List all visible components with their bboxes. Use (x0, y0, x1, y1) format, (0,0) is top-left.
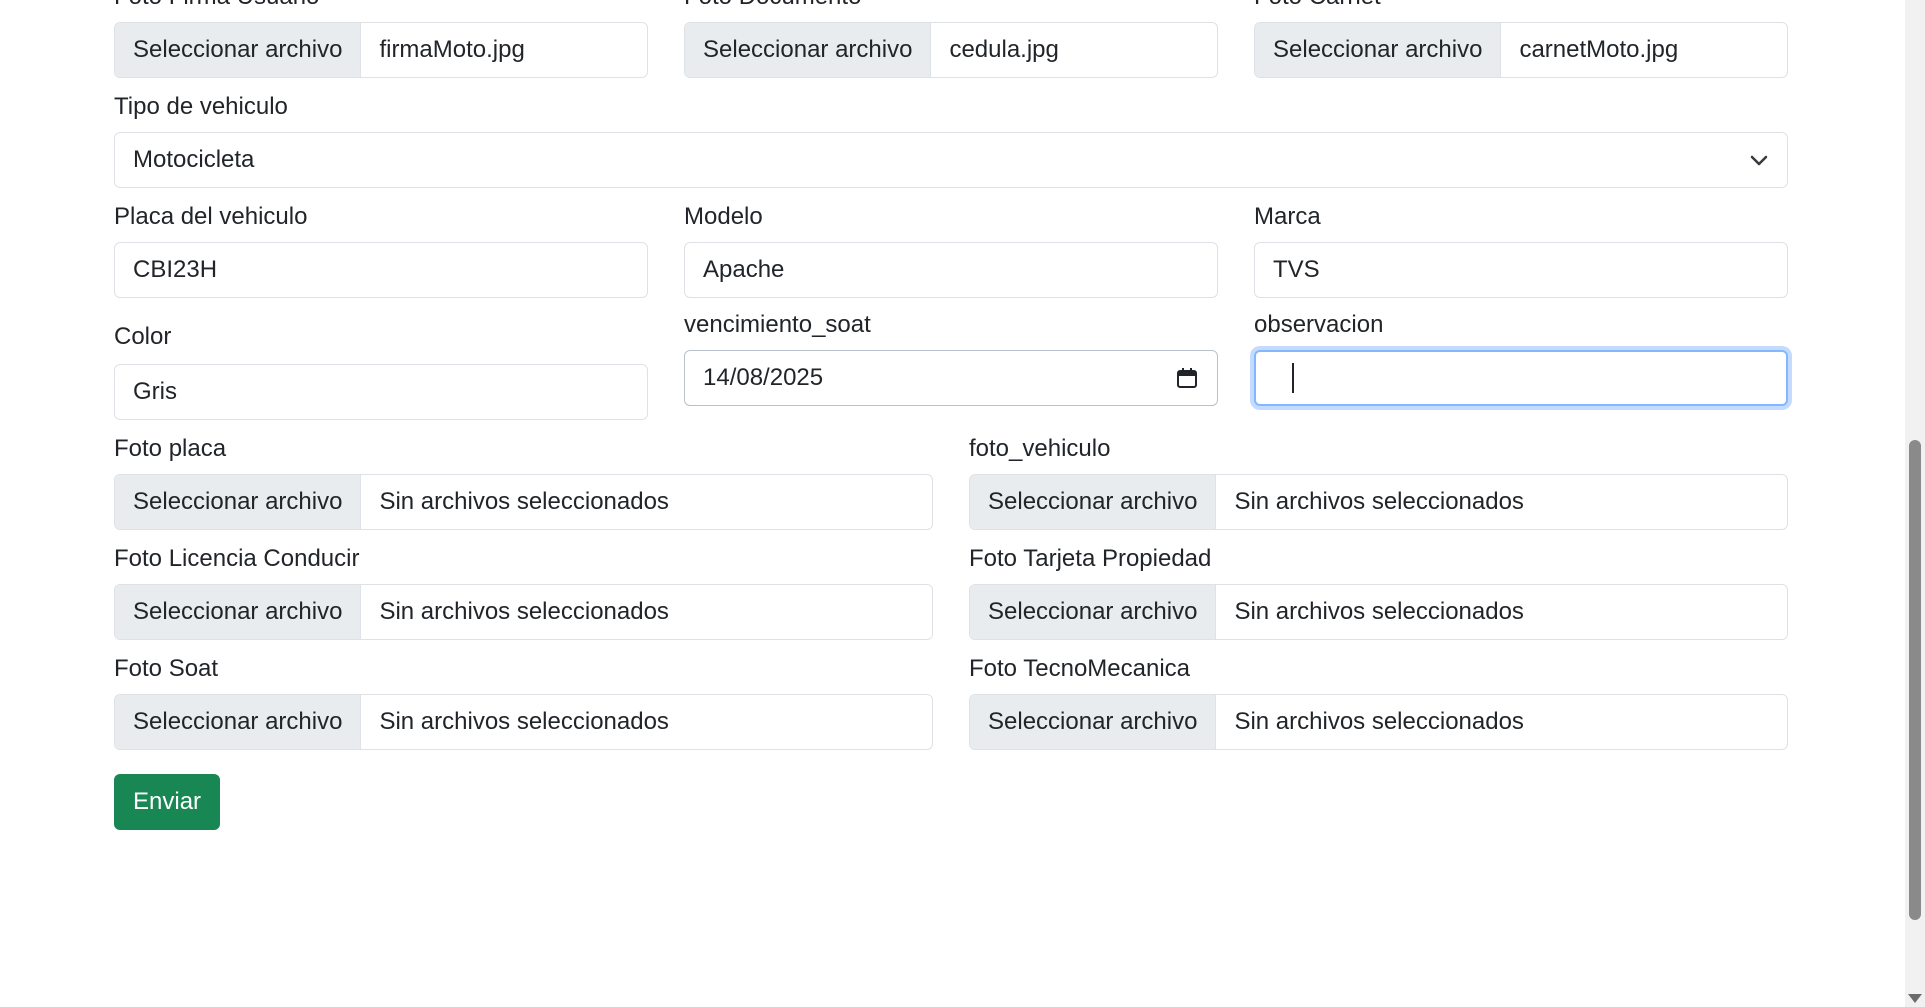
placa-group: Placa del vehiculo CBI23H (114, 202, 648, 298)
modelo-value: Apache (703, 256, 785, 283)
select-file-button[interactable]: Seleccionar archivo (970, 585, 1217, 639)
foto-vehiculo-label: foto_vehiculo (969, 435, 1111, 462)
marca-input[interactable]: TVS (1254, 242, 1788, 298)
tipo-vehiculo-value: Motocicleta (133, 146, 255, 173)
foto-documento-label: Foto Documento (684, 0, 1218, 12)
placa-label: Placa del vehiculo (114, 203, 308, 230)
select-file-button[interactable]: Seleccionar archivo (970, 475, 1217, 529)
select-file-button[interactable]: Seleccionar archivo (115, 585, 362, 639)
observacion-group: observacion (1254, 310, 1788, 420)
marca-label: Marca (1254, 203, 1321, 230)
selected-file-name: Sin archivos seleccionados (1234, 708, 1524, 735)
vencimiento-soat-label: vencimiento_soat (684, 311, 871, 338)
modelo-group: Modelo Apache (684, 202, 1218, 298)
vertical-scrollbar[interactable] (1905, 0, 1925, 1007)
selected-file-name: Sin archivos seleccionados (379, 598, 669, 625)
color-value: Gris (133, 378, 177, 405)
marca-group: Marca TVS (1254, 202, 1788, 298)
vehicle-form: Foto Firma Usuario Seleccionar archivo f… (114, 0, 1788, 830)
marca-value: TVS (1273, 256, 1320, 283)
foto-soat-group: Foto Soat Seleccionar archivo Sin archiv… (114, 654, 933, 750)
foto-firma-usuario-group: Foto Firma Usuario Seleccionar archivo f… (114, 0, 648, 78)
foto-licencia-group: Foto Licencia Conducir Seleccionar archi… (114, 544, 933, 640)
observacion-input[interactable] (1254, 350, 1788, 406)
foto-soat-input[interactable]: Seleccionar archivo Sin archivos selecci… (114, 694, 933, 750)
selected-file-name: cedula.jpg (949, 36, 1059, 63)
placa-value: CBI23H (133, 256, 218, 283)
foto-carnet-group: Foto Carnet Seleccionar archivo carnetMo… (1254, 0, 1788, 78)
observacion-label: observacion (1254, 311, 1384, 338)
selected-file-name: Sin archivos seleccionados (1234, 598, 1524, 625)
selected-file-name: Sin archivos seleccionados (379, 708, 669, 735)
color-input[interactable]: Gris (114, 364, 648, 420)
selected-file-name: carnetMoto.jpg (1519, 36, 1679, 63)
scrollbar-thumb[interactable] (1909, 440, 1921, 920)
select-file-button[interactable]: Seleccionar archivo (685, 23, 932, 77)
foto-placa-group: Foto placa Seleccionar archivo Sin archi… (114, 434, 933, 530)
select-file-button[interactable]: Seleccionar archivo (115, 475, 362, 529)
foto-firma-usuario-input[interactable]: Seleccionar archivo firmaMoto.jpg (114, 22, 648, 78)
foto-soat-label: Foto Soat (114, 655, 219, 682)
select-file-button[interactable]: Seleccionar archivo (115, 23, 362, 77)
foto-documento-input[interactable]: Seleccionar archivo cedula.jpg (684, 22, 1218, 78)
foto-placa-input[interactable]: Seleccionar archivo Sin archivos selecci… (114, 474, 933, 530)
foto-tecnomecanica-label: Foto TecnoMecanica (969, 655, 1191, 682)
vencimiento-soat-value: 14/08/2025 (703, 364, 824, 391)
foto-licencia-label: Foto Licencia Conducir (114, 545, 360, 572)
chevron-down-icon (1750, 155, 1768, 166)
foto-firma-usuario-label: Foto Firma Usuario (114, 0, 648, 12)
vencimiento-soat-input[interactable]: 14/08/2025 (684, 350, 1218, 406)
submit-button[interactable]: Enviar (114, 774, 221, 830)
foto-tarjeta-propiedad-label: Foto Tarjeta Propiedad (969, 545, 1212, 572)
color-label: Color (114, 323, 172, 350)
foto-carnet-input[interactable]: Seleccionar archivo carnetMoto.jpg (1254, 22, 1788, 78)
calendar-icon[interactable] (1175, 366, 1199, 390)
tipo-vehiculo-group: Tipo de vehiculo Motocicleta (114, 92, 1788, 188)
foto-documento-group: Foto Documento Seleccionar archivo cedul… (684, 0, 1218, 78)
select-file-button[interactable]: Seleccionar archivo (970, 695, 1217, 749)
foto-tecnomecanica-group: Foto TecnoMecanica Seleccionar archivo S… (969, 654, 1788, 750)
placa-input[interactable]: CBI23H (114, 242, 648, 298)
text-cursor (1292, 363, 1294, 393)
foto-placa-label: Foto placa (114, 435, 227, 462)
tipo-vehiculo-select[interactable]: Motocicleta (114, 132, 1788, 188)
modelo-input[interactable]: Apache (684, 242, 1218, 298)
foto-carnet-label: Foto Carnet (1254, 0, 1788, 12)
selected-file-name: Sin archivos seleccionados (379, 488, 669, 515)
select-file-button[interactable]: Seleccionar archivo (115, 695, 362, 749)
scroll-down-arrow-icon[interactable] (1908, 994, 1922, 1003)
select-file-button[interactable]: Seleccionar archivo (1255, 23, 1502, 77)
foto-vehiculo-group: foto_vehiculo Seleccionar archivo Sin ar… (969, 434, 1788, 530)
foto-tarjeta-propiedad-group: Foto Tarjeta Propiedad Seleccionar archi… (969, 544, 1788, 640)
foto-licencia-input[interactable]: Seleccionar archivo Sin archivos selecci… (114, 584, 933, 640)
vencimiento-soat-group: vencimiento_soat 14/08/2025 (684, 310, 1218, 420)
page: Foto Firma Usuario Seleccionar archivo f… (0, 0, 1905, 1007)
modelo-label: Modelo (684, 203, 763, 230)
foto-tarjeta-propiedad-input[interactable]: Seleccionar archivo Sin archivos selecci… (969, 584, 1788, 640)
foto-tecnomecanica-input[interactable]: Seleccionar archivo Sin archivos selecci… (969, 694, 1788, 750)
selected-file-name: Sin archivos seleccionados (1234, 488, 1524, 515)
foto-vehiculo-input[interactable]: Seleccionar archivo Sin archivos selecci… (969, 474, 1788, 530)
selected-file-name: firmaMoto.jpg (379, 36, 525, 63)
tipo-vehiculo-label: Tipo de vehiculo (114, 93, 288, 120)
color-group: Color Gris (114, 322, 648, 420)
